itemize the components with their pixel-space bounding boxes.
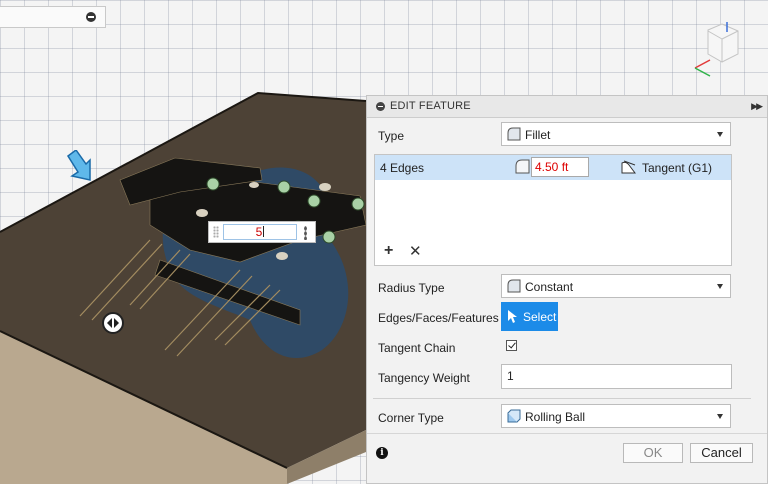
- chevron-down-icon: [717, 414, 723, 419]
- viewcube[interactable]: [688, 22, 760, 82]
- expand-panel-icon[interactable]: ▶▶: [751, 101, 763, 112]
- corner-type-dropdown[interactable]: Rolling Ball: [501, 404, 731, 428]
- selection-label: Edges/Faces/Features: [378, 311, 499, 325]
- edge-count-label: 4 Edges: [380, 161, 425, 175]
- tangent-chain-checkbox[interactable]: [506, 340, 517, 351]
- tangent-chain-label: Tangent Chain: [378, 341, 456, 355]
- radius-type-value: Constant: [525, 280, 574, 294]
- inline-value-field[interactable]: 5: [223, 224, 297, 240]
- cancel-button[interactable]: Cancel: [690, 443, 753, 463]
- select-button[interactable]: Select: [501, 302, 558, 331]
- type-value: Fillet: [525, 128, 551, 142]
- radius-icon: [515, 159, 530, 174]
- continuity-value[interactable]: Tangent (G1): [642, 161, 712, 175]
- radius-type-label: Radius Type: [378, 281, 445, 295]
- corner-type-label: Corner Type: [378, 411, 444, 425]
- panel-header: EDIT FEATURE ▶▶: [367, 96, 767, 118]
- remove-icon[interactable]: ✕: [409, 242, 422, 260]
- cursor-icon: [508, 310, 518, 323]
- collapse-icon[interactable]: [86, 12, 96, 22]
- rolling-ball-icon: [507, 409, 521, 423]
- ok-button[interactable]: OK: [623, 443, 683, 463]
- edge-row[interactable]: 4 Edges 4.50 ft Tangent (G1): [375, 155, 731, 180]
- section-divider: [373, 398, 751, 399]
- tangency-weight-label: Tangency Weight: [378, 371, 470, 385]
- edit-feature-panel: EDIT FEATURE ▶▶ Type Fillet 4 Edges 4.50…: [366, 95, 768, 484]
- chevron-down-icon: [717, 132, 723, 137]
- radius-type-dropdown[interactable]: Constant: [501, 274, 731, 298]
- browser-panel-stub[interactable]: [0, 6, 106, 28]
- panel-footer: i OK Cancel: [367, 433, 767, 484]
- distance-manipulator-icon[interactable]: [102, 312, 124, 334]
- type-dropdown[interactable]: Fillet: [501, 122, 731, 146]
- tangent-icon[interactable]: [620, 159, 637, 175]
- panel-title: EDIT FEATURE: [390, 100, 471, 112]
- add-icon[interactable]: +: [384, 242, 393, 260]
- fillet-icon: [507, 127, 521, 141]
- constant-radius-icon: [507, 279, 521, 293]
- info-icon[interactable]: i: [376, 447, 388, 459]
- corner-type-value: Rolling Ball: [525, 410, 586, 424]
- type-label: Type: [378, 129, 405, 143]
- more-options-icon[interactable]: [304, 226, 307, 240]
- inline-value-input[interactable]: 5: [208, 221, 316, 243]
- drag-grip-icon[interactable]: [213, 226, 219, 238]
- direction-arrow-icon[interactable]: [66, 150, 94, 182]
- radius-input[interactable]: 4.50 ft: [531, 157, 589, 177]
- select-button-label: Select: [523, 310, 557, 324]
- collapse-panel-icon[interactable]: [376, 102, 385, 111]
- tangency-weight-input[interactable]: 1: [501, 364, 732, 389]
- edge-selection-list: 4 Edges 4.50 ft Tangent (G1) + ✕: [374, 154, 732, 266]
- chevron-down-icon: [717, 284, 723, 289]
